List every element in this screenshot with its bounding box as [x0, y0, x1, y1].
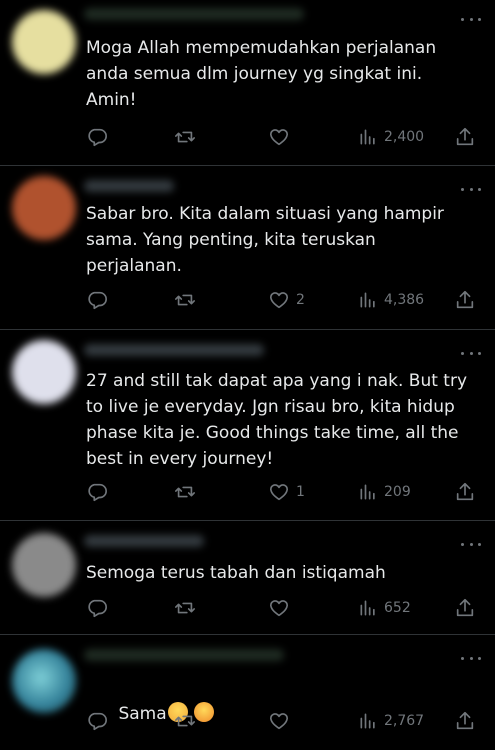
author-name-blurred[interactable] [84, 344, 264, 356]
view-count: 2,767 [384, 713, 425, 729]
action-bar: 2,767 [86, 709, 486, 733]
author-name-blurred[interactable] [84, 180, 174, 192]
more-options-icon[interactable] [461, 14, 481, 24]
reply-button[interactable] [86, 709, 114, 733]
share-button[interactable] [454, 288, 476, 312]
views-button[interactable]: 2,400 [358, 125, 424, 149]
reply-icon [88, 128, 107, 147]
view-count: 209 [384, 484, 411, 500]
reply-item[interactable]: 27 and still tak dapat apa yang i nak. B… [0, 330, 495, 521]
like-count: 1 [296, 484, 305, 500]
heart-icon [269, 600, 289, 617]
heart-icon [269, 484, 289, 501]
avatar[interactable] [12, 533, 76, 597]
repost-icon [175, 486, 195, 498]
like-count: 2 [296, 292, 305, 308]
repost-icon [175, 294, 195, 306]
repost-button[interactable] [174, 125, 202, 149]
view-count: 4,386 [384, 292, 425, 308]
share-icon [456, 290, 474, 309]
views-button[interactable]: 2,767 [358, 709, 424, 733]
repost-button[interactable] [174, 709, 202, 733]
views-chart-icon [360, 713, 375, 729]
author-name-blurred[interactable] [84, 535, 204, 547]
like-button[interactable] [268, 125, 296, 149]
reply-icon [88, 599, 107, 618]
action-bar: 2,400 [86, 125, 486, 149]
repost-icon [175, 602, 195, 614]
repost-button[interactable] [174, 288, 202, 312]
reply-item[interactable]: Moga Allah mempemudahkan perjalanan anda… [0, 0, 495, 166]
avatar[interactable] [12, 649, 76, 713]
avatar[interactable] [12, 10, 76, 74]
views-chart-icon [360, 484, 375, 500]
view-count: 2,400 [384, 129, 425, 145]
reply-feed: Moga Allah mempemudahkan perjalanan anda… [0, 0, 495, 750]
reply-button[interactable] [86, 596, 114, 620]
action-bar: 2 4,386 [86, 288, 486, 312]
reply-item[interactable]: Semoga terus tabah dan istiqamah 652 [0, 521, 495, 635]
like-button[interactable] [268, 709, 296, 733]
repost-icon [175, 131, 195, 143]
share-button[interactable] [454, 596, 476, 620]
views-button[interactable]: 209 [358, 480, 411, 504]
views-chart-icon [360, 600, 375, 616]
share-icon [456, 127, 474, 146]
share-icon [456, 598, 474, 617]
share-icon [456, 482, 474, 501]
more-options-icon[interactable] [461, 653, 481, 663]
reply-button[interactable] [86, 125, 114, 149]
repost-button[interactable] [174, 596, 202, 620]
views-button[interactable]: 652 [358, 596, 411, 620]
heart-icon [269, 129, 289, 146]
action-bar: 1 209 [86, 480, 486, 504]
heart-icon [269, 292, 289, 309]
share-icon [456, 711, 474, 730]
author-name-blurred[interactable] [84, 649, 284, 661]
more-options-icon[interactable] [461, 539, 481, 549]
more-options-icon[interactable] [461, 348, 481, 358]
like-button[interactable] [268, 596, 296, 620]
reply-icon [88, 483, 107, 502]
reply-text: Moga Allah mempemudahkan perjalanan anda… [86, 38, 437, 110]
views-chart-icon [360, 292, 375, 308]
reply-item[interactable]: Sabar bro. Kita dalam situasi yang hampi… [0, 166, 495, 330]
repost-button[interactable] [174, 480, 202, 504]
reply-item[interactable]: Sama 2,767 [0, 635, 495, 750]
repost-icon [175, 715, 195, 727]
share-button[interactable] [454, 125, 476, 149]
share-button[interactable] [454, 480, 476, 504]
reply-text: Sabar bro. Kita dalam situasi yang hampi… [86, 204, 444, 276]
reply-text: Semoga terus tabah dan istiqamah [86, 563, 386, 583]
action-bar: 652 [86, 596, 486, 620]
reply-button[interactable] [86, 288, 114, 312]
like-button[interactable]: 2 [268, 288, 305, 312]
views-button[interactable]: 4,386 [358, 288, 424, 312]
view-count: 652 [384, 600, 411, 616]
reply-icon [88, 712, 107, 731]
reply-button[interactable] [86, 480, 114, 504]
avatar[interactable] [12, 176, 76, 240]
views-chart-icon [360, 129, 375, 145]
like-button[interactable]: 1 [268, 480, 305, 504]
reply-icon [88, 291, 107, 310]
avatar[interactable] [12, 340, 76, 404]
heart-icon [269, 713, 289, 730]
share-button[interactable] [454, 709, 476, 733]
more-options-icon[interactable] [461, 184, 481, 194]
author-name-blurred[interactable] [84, 8, 304, 20]
reply-text: 27 and still tak dapat apa yang i nak. B… [86, 371, 468, 469]
